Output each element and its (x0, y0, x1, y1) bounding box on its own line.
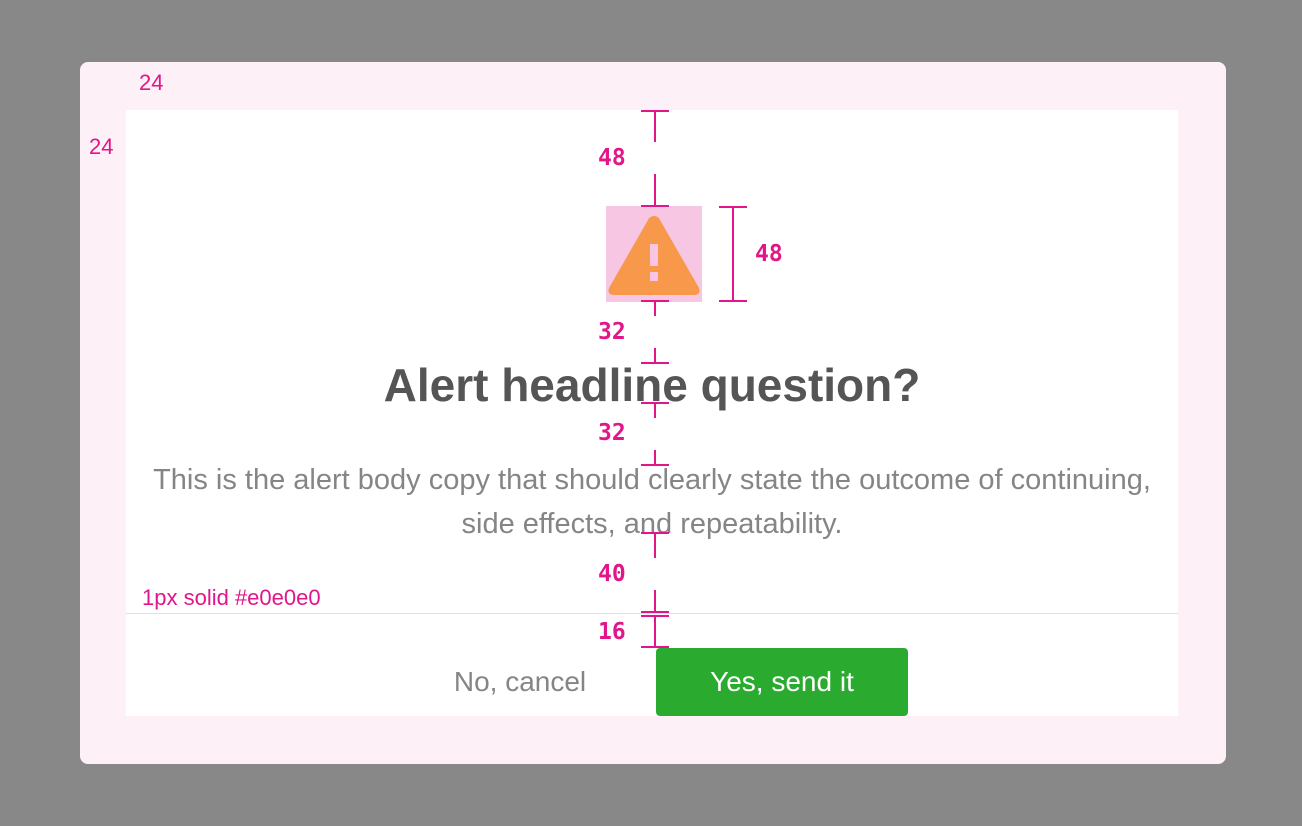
padding-top-annotation: 24 (139, 70, 164, 95)
icon-bounding-box (606, 206, 702, 302)
icon-bottom-spacing-label: 32 (598, 319, 626, 345)
spec-stage: 24 24 Alert headline question? This is t… (0, 0, 1302, 826)
icon-top-spacing-label: 48 (598, 145, 626, 171)
send-button[interactable]: Yes, send it (656, 648, 908, 716)
alert-body-copy: This is the alert body copy that should … (153, 464, 1151, 540)
body-bottom-spacing-label: 40 (598, 561, 626, 587)
alert-headline: Alert headline question? (383, 359, 921, 411)
button-divider (126, 613, 1178, 614)
headline-bottom-spacing-label: 32 (598, 420, 626, 446)
padding-left-annotation: 24 (89, 134, 114, 159)
cancel-button[interactable]: No, cancel (404, 648, 636, 716)
icon-size-label: 48 (755, 241, 783, 267)
divider-spec-annotation: 1px solid #e0e0e0 (142, 585, 321, 610)
divider-bottom-spacing-label: 16 (598, 619, 626, 645)
warning-icon (608, 216, 700, 295)
